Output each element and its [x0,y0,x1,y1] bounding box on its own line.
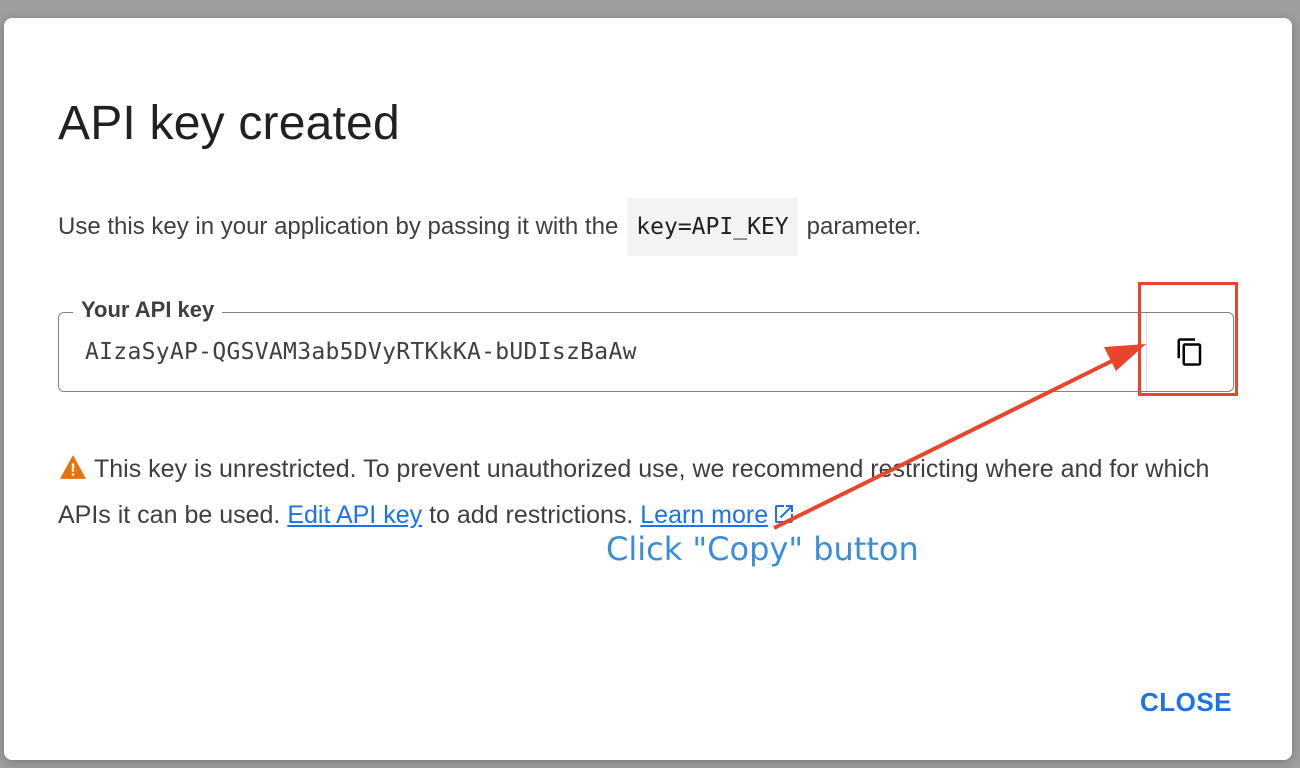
api-key-field[interactable]: Your API key AIzaSyAP-QGSVAM3ab5DVyRTKkK… [58,297,1234,392]
description-suffix: parameter. [806,213,922,240]
description-text: Use this key in your application by pass… [58,213,619,240]
dialog-description: Use this key in your application by pass… [58,198,921,256]
warning-icon [60,455,86,479]
edit-api-key-link[interactable]: Edit API key [287,501,422,529]
learn-more-link[interactable]: Learn more [640,501,768,529]
unrestricted-warning: This key is unrestricted. To prevent una… [58,446,1228,538]
open-in-new-icon[interactable] [772,502,796,526]
parameter-code: key=API_KEY [627,198,798,256]
api-key-dialog: API key created Use this key in your app… [4,18,1292,760]
api-key-label: Your API key [73,297,223,323]
warning-text-middle: to add restrictions. [429,501,634,529]
warning-text: This key is unrestricted. To prevent una… [58,455,1210,529]
annotation-callout: Click "Copy" button [606,530,919,568]
close-button[interactable]: CLOSE [1130,678,1242,726]
api-key-value[interactable]: AIzaSyAP-QGSVAM3ab5DVyRTKkKA-bUDIszBaAw [85,339,637,365]
dialog-title: API key created [58,97,400,150]
copy-icon [1177,338,1202,366]
copy-button[interactable] [1146,313,1233,391]
